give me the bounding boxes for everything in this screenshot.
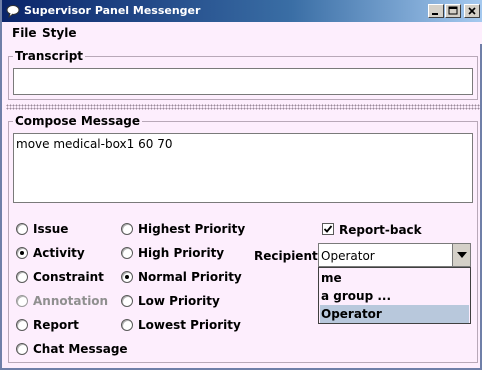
radio-low-priority-dot[interactable] bbox=[121, 295, 133, 307]
recipient-combobox[interactable]: Operator bbox=[318, 243, 471, 267]
close-button[interactable] bbox=[464, 4, 480, 18]
menu-bar: File Style bbox=[4, 22, 482, 44]
transcript-area[interactable] bbox=[13, 68, 473, 95]
radio-constraint-dot[interactable] bbox=[16, 271, 28, 283]
menu-style[interactable]: Style bbox=[42, 26, 76, 40]
radio-annotation-label: Annotation bbox=[33, 294, 109, 308]
compose-textarea[interactable]: move medical-box1 60 70 bbox=[13, 133, 473, 203]
split-pane-divider[interactable] bbox=[6, 104, 480, 110]
transcript-panel: Transcript bbox=[8, 49, 478, 100]
compose-legend: Compose Message bbox=[13, 114, 143, 128]
chevron-down-icon bbox=[457, 252, 467, 258]
radio-issue-label: Issue bbox=[33, 222, 69, 236]
report-back-box[interactable] bbox=[322, 223, 334, 235]
radio-lowest-priority-label: Lowest Priority bbox=[138, 318, 241, 332]
radio-activity-label: Activity bbox=[33, 246, 85, 260]
minimize-button[interactable] bbox=[428, 4, 444, 18]
radio-highest-priority-label: Highest Priority bbox=[138, 222, 246, 236]
radio-normal-priority-dot[interactable] bbox=[121, 271, 133, 283]
radio-high-priority-dot[interactable] bbox=[121, 247, 133, 259]
radio-chat-message-dot[interactable] bbox=[16, 343, 28, 355]
radio-chat-message-label: Chat Message bbox=[33, 342, 128, 356]
radio-report-label: Report bbox=[33, 318, 79, 332]
radio-lowest-priority-dot[interactable] bbox=[121, 319, 133, 331]
menu-file[interactable]: File bbox=[12, 26, 37, 40]
radio-normal-priority-label: Normal Priority bbox=[138, 270, 242, 284]
recipient-dropdown-list: me a group ... Operator bbox=[318, 267, 471, 324]
minimize-icon bbox=[432, 13, 438, 15]
maximize-icon bbox=[448, 6, 458, 15]
radio-highest-priority-dot[interactable] bbox=[121, 223, 133, 235]
recipient-option-operator[interactable]: Operator bbox=[320, 305, 469, 323]
checkmark-icon bbox=[323, 225, 333, 233]
app-window: Supervisor Panel Messenger File Style Tr… bbox=[0, 0, 482, 370]
radio-annotation-dot bbox=[16, 295, 28, 307]
window-title: Supervisor Panel Messenger bbox=[24, 4, 201, 17]
recipient-selected-value: Operator bbox=[321, 249, 375, 263]
report-back-label: Report-back bbox=[339, 223, 422, 237]
radio-activity-dot[interactable] bbox=[16, 247, 28, 259]
radio-report-dot[interactable] bbox=[16, 319, 28, 331]
radio-issue-dot[interactable] bbox=[16, 223, 28, 235]
chat-bubble-icon bbox=[6, 5, 20, 18]
radio-low-priority-label: Low Priority bbox=[138, 294, 220, 308]
transcript-legend: Transcript bbox=[13, 49, 86, 63]
recipient-option-a-group[interactable]: a group ... bbox=[320, 287, 469, 305]
maximize-button[interactable] bbox=[445, 4, 461, 18]
recipient-dropdown-button[interactable] bbox=[452, 244, 470, 266]
radio-high-priority-label: High Priority bbox=[138, 246, 225, 260]
close-icon bbox=[468, 7, 476, 15]
radio-constraint-label: Constraint bbox=[33, 270, 104, 284]
title-bar[interactable]: Supervisor Panel Messenger bbox=[2, 0, 482, 22]
recipient-option-me[interactable]: me bbox=[320, 269, 469, 287]
